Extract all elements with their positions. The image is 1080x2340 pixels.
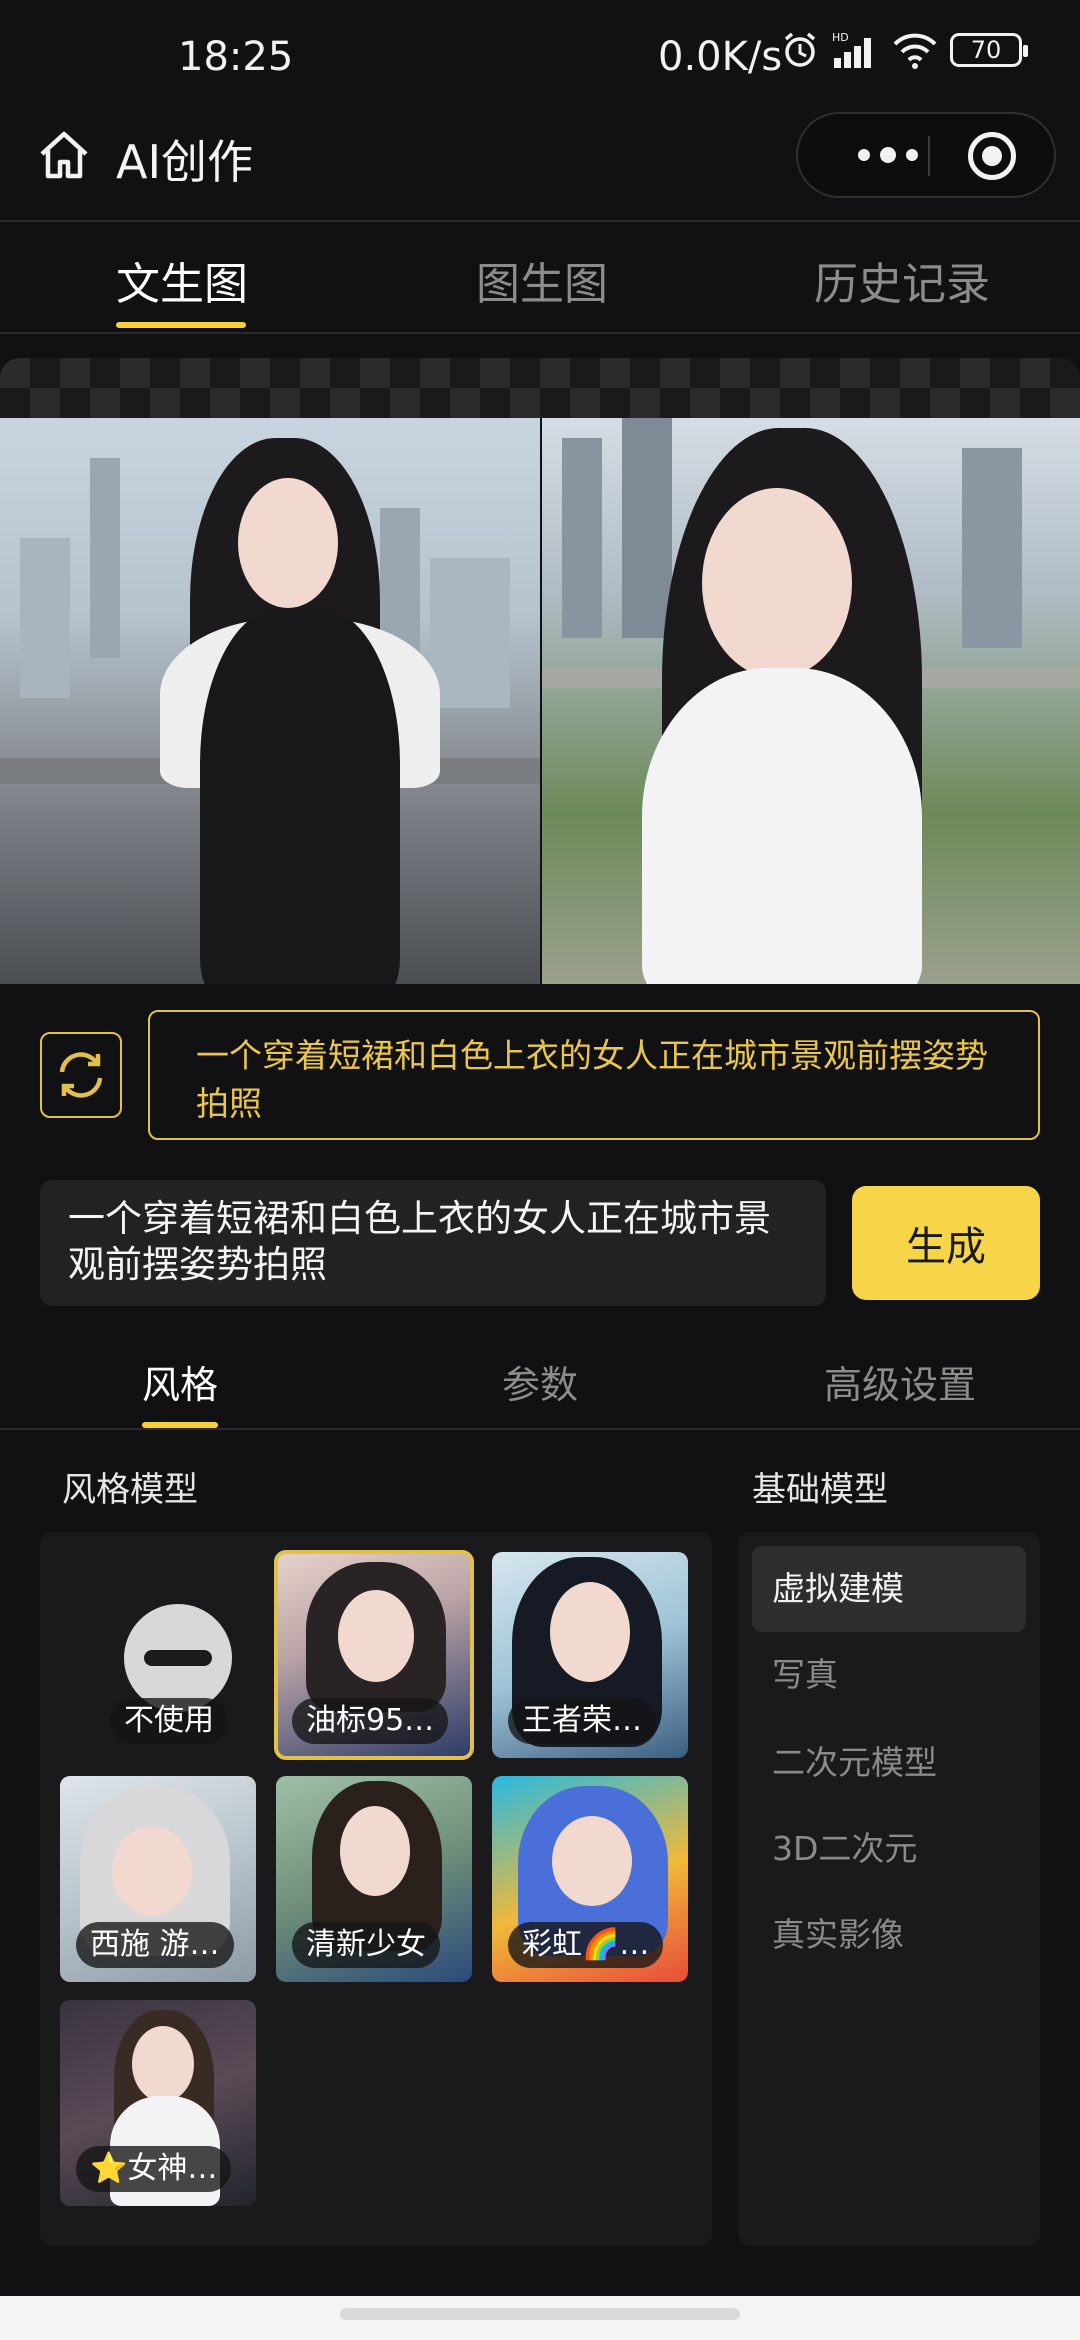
style-card-label: 彩虹🌈… bbox=[508, 1922, 664, 1968]
film-strip-decoration bbox=[0, 358, 1080, 418]
style-card[interactable]: 彩虹🌈… bbox=[492, 1776, 688, 1982]
base-model-item[interactable]: 真实影像 bbox=[752, 1892, 1026, 1978]
generate-button[interactable]: 生成 bbox=[852, 1186, 1040, 1300]
style-card-label: ⭐女神… bbox=[76, 2146, 232, 2192]
prompt-input[interactable]: 一个穿着短裙和白色上衣的女人正在城市景观前摆姿势拍照 bbox=[40, 1180, 826, 1306]
battery-icon: 70 bbox=[950, 33, 1028, 67]
style-card[interactable]: 王者荣… bbox=[492, 1552, 688, 1758]
base-section-label: 基础模型 bbox=[752, 1470, 888, 1510]
tab-text-to-image[interactable]: 文生图 bbox=[116, 248, 248, 312]
wifi-icon bbox=[893, 33, 937, 69]
mini-program-capsule bbox=[796, 112, 1056, 198]
alarm-icon bbox=[784, 32, 816, 67]
no-style-icon bbox=[124, 1604, 232, 1712]
home-indicator[interactable] bbox=[340, 2308, 740, 2320]
tab-style[interactable]: 风格 bbox=[142, 1354, 218, 1409]
style-card-none[interactable]: 不使用 bbox=[60, 1552, 256, 1758]
style-card[interactable]: 西施 游… bbox=[60, 1776, 256, 1982]
style-card-label: 王者荣… bbox=[508, 1698, 656, 1744]
network-speed: 0.0K/s bbox=[658, 34, 783, 80]
svg-text:HD: HD bbox=[832, 31, 849, 44]
base-model-item[interactable]: 二次元模型 bbox=[752, 1720, 1026, 1806]
signal-icon: HD bbox=[832, 31, 871, 68]
close-target-icon[interactable] bbox=[968, 132, 1016, 180]
style-card-label: 不使用 bbox=[110, 1698, 228, 1744]
style-card-label: 油标95… bbox=[292, 1698, 449, 1744]
status-icons: HD 70 bbox=[780, 30, 1028, 70]
style-card[interactable]: 清新少女 bbox=[276, 1776, 472, 1982]
divider bbox=[0, 332, 1080, 334]
base-model-item[interactable]: 虚拟建模 bbox=[752, 1546, 1026, 1632]
base-model-item[interactable]: 写真 bbox=[752, 1632, 1026, 1718]
style-card[interactable]: ⭐女神… bbox=[60, 2000, 256, 2206]
divider bbox=[0, 1428, 1080, 1430]
status-time: 18:25 bbox=[178, 34, 294, 80]
style-section-label: 风格模型 bbox=[62, 1470, 198, 1510]
status-bar: 18:25 0.0K/s HD 70 bbox=[0, 0, 1080, 110]
preview-image-left[interactable] bbox=[0, 418, 540, 984]
more-icon[interactable] bbox=[838, 114, 938, 196]
base-model-panel: 虚拟建模 写真 二次元模型 3D二次元 真实影像 bbox=[738, 1532, 1040, 2246]
tab-history[interactable]: 历史记录 bbox=[814, 248, 990, 312]
capsule-divider bbox=[928, 136, 930, 176]
refresh-icon bbox=[59, 1052, 103, 1098]
settings-tabs: 风格 参数 高级设置 bbox=[0, 1330, 1080, 1430]
tab-image-to-image[interactable]: 图生图 bbox=[476, 248, 608, 312]
style-card[interactable]: 油标95… bbox=[274, 1550, 474, 1760]
nav-bar: AI创作 bbox=[0, 110, 1080, 220]
style-model-panel: 不使用 油标95… 王者荣… 西施 游… 清新少女 彩虹🌈… ⭐女神… bbox=[40, 1532, 712, 2246]
style-card-label: 清新少女 bbox=[292, 1922, 440, 1968]
tab-advanced[interactable]: 高级设置 bbox=[824, 1354, 976, 1409]
page-title: AI创作 bbox=[116, 135, 254, 189]
refresh-suggestion-button[interactable] bbox=[40, 1032, 122, 1118]
base-model-item[interactable]: 3D二次元 bbox=[752, 1806, 1026, 1892]
prompt-suggestion[interactable]: 一个穿着短裙和白色上衣的女人正在城市景观前摆姿势拍照 bbox=[148, 1010, 1040, 1140]
tab-active-indicator bbox=[116, 322, 246, 328]
tab-params[interactable]: 参数 bbox=[502, 1354, 578, 1409]
home-icon[interactable] bbox=[34, 126, 94, 186]
mode-tabs: 文生图 图生图 历史记录 bbox=[0, 222, 1080, 332]
preview-image-right[interactable] bbox=[542, 418, 1080, 984]
style-card-label: 西施 游… bbox=[76, 1922, 234, 1968]
battery-level: 70 bbox=[970, 36, 1002, 64]
